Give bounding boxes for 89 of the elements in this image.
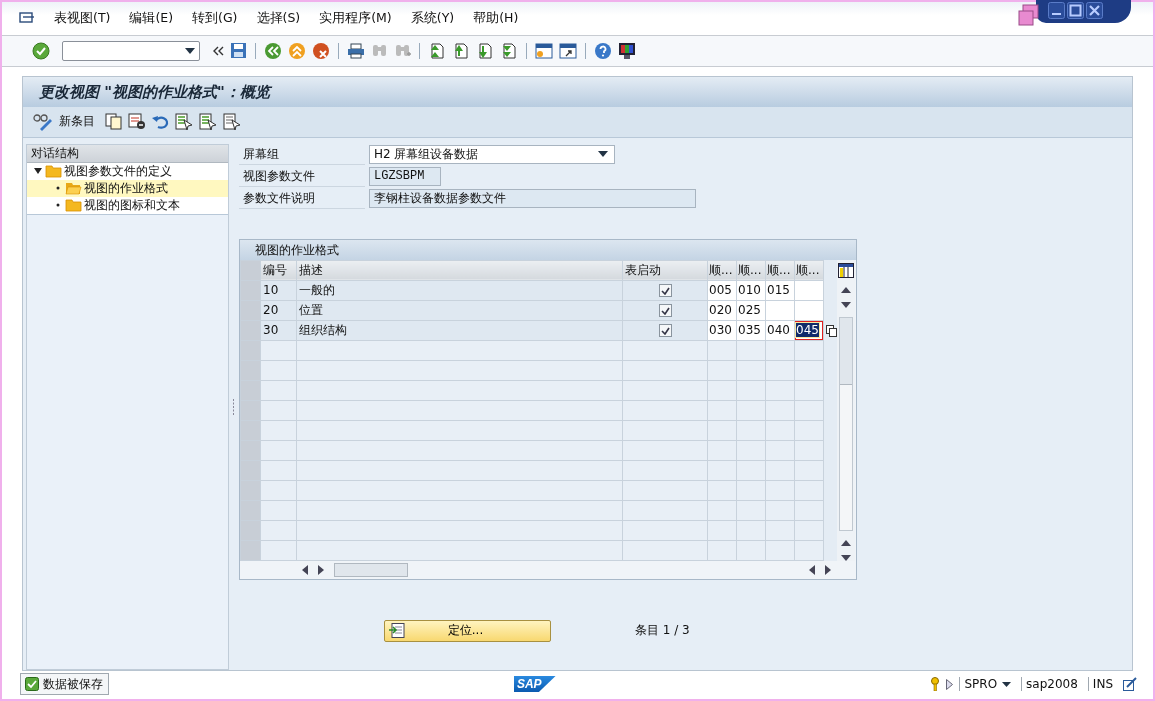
tree-item[interactable]: 视图的作业格式 — [27, 179, 228, 197]
copy-icon[interactable] — [105, 113, 122, 131]
column-settings-icon[interactable] — [838, 262, 854, 278]
cancel-icon[interactable] — [312, 41, 330, 60]
deselect-all-icon[interactable] — [223, 112, 241, 131]
menu-item[interactable]: 选择(S) — [256, 9, 301, 27]
scroll-right-icon[interactable] — [318, 564, 324, 575]
scroll-left-icon[interactable] — [809, 564, 815, 575]
column-header[interactable]: 顺... — [794, 260, 824, 281]
menu-item[interactable]: 转到(G) — [192, 9, 238, 27]
open-folder-icon — [65, 181, 82, 195]
menu-item[interactable]: 帮助(H) — [473, 9, 519, 27]
input-field[interactable]: 045 — [796, 323, 819, 338]
new-entries-button[interactable]: 新条目 — [59, 113, 95, 131]
dropdown-icon[interactable] — [598, 151, 608, 158]
checkbox[interactable] — [658, 284, 672, 298]
menu-item[interactable]: 实用程序(M) — [319, 9, 392, 27]
glasses-pencil-icon[interactable] — [33, 112, 53, 131]
menu-item[interactable]: 表视图(T) — [54, 9, 111, 27]
scroll-down-icon[interactable] — [841, 301, 851, 308]
menu-item[interactable]: 编辑(E) — [129, 9, 174, 27]
column-header[interactable]: 顺... — [765, 260, 795, 281]
scrollbar-thumb[interactable] — [840, 317, 852, 385]
field-label: 屏幕组 — [239, 143, 365, 165]
logo: SAP — [513, 676, 556, 692]
scroll-right-icon[interactable] — [825, 564, 831, 575]
last-page-icon[interactable] — [500, 41, 518, 60]
scroll-down-icon[interactable] — [841, 554, 851, 561]
position-button[interactable]: 定位... — [384, 619, 551, 642]
check-icon — [660, 326, 670, 335]
screen-title: 更改视图 "视图的作业格式"：概览 — [23, 76, 1132, 107]
new-session-icon[interactable] — [535, 41, 553, 60]
monitor-icon[interactable] — [618, 41, 636, 60]
undo-icon[interactable] — [152, 113, 169, 131]
position-icon — [389, 623, 405, 639]
readonly-field: 李钢柱设备数据参数文件 — [369, 188, 696, 208]
delete-icon[interactable] — [128, 113, 146, 131]
expand-icon[interactable] — [946, 678, 954, 690]
field-label: 参数文件说明 — [239, 187, 365, 209]
first-page-icon[interactable] — [428, 41, 446, 60]
column-header[interactable]: 顺... — [707, 260, 737, 281]
dropdown-field[interactable]: H2 屏幕组设备数据 — [369, 144, 615, 164]
status-message[interactable]: 数据被保存 — [20, 673, 109, 695]
select-all-icon[interactable] — [175, 112, 193, 131]
checkbox[interactable] — [658, 304, 672, 318]
readonly-field: LGZSBPM — [369, 166, 441, 186]
system-name: sap2008 — [1021, 677, 1082, 691]
table-title: 视图的作业格式 — [240, 239, 856, 260]
minimize-icon[interactable] — [1048, 2, 1065, 19]
column-header[interactable]: 表启动 — [622, 260, 708, 281]
previous-page-icon[interactable] — [452, 41, 470, 60]
checkbox[interactable] — [658, 324, 672, 338]
dropdown-icon[interactable] — [1002, 681, 1012, 687]
windows-icon[interactable] — [1018, 4, 1040, 26]
check-icon — [660, 306, 670, 315]
command-field[interactable] — [62, 40, 200, 61]
menu-item[interactable]: 系统(Y) — [410, 9, 455, 27]
column-header[interactable]: 编号 — [260, 260, 297, 281]
close-icon[interactable] — [1086, 2, 1103, 19]
enter-icon[interactable] — [32, 41, 50, 60]
success-check-icon — [25, 677, 39, 691]
copy-icon[interactable] — [826, 324, 837, 337]
key-icon[interactable] — [930, 677, 941, 691]
scroll-left-icon[interactable] — [302, 564, 308, 575]
save-icon[interactable] — [230, 42, 247, 60]
help-icon[interactable] — [594, 41, 612, 60]
dropdown-icon[interactable] — [185, 47, 195, 54]
collapse-icon[interactable] — [212, 44, 224, 57]
field-label: 视图参数文件 — [239, 165, 365, 187]
scrollbar-thumb[interactable] — [334, 562, 408, 577]
entry-count: 条目 1 / 3 — [635, 622, 690, 640]
tree-item[interactable]: 视图的图标和文本 — [27, 196, 228, 214]
print-icon[interactable] — [347, 42, 365, 59]
tree-item[interactable]: 视图参数文件的定义 — [27, 162, 228, 180]
check-icon — [660, 286, 670, 295]
tree-header: 对话结构 — [27, 144, 228, 163]
next-page-icon[interactable] — [476, 41, 494, 60]
menu-icon[interactable] — [19, 11, 35, 26]
select-block-icon[interactable] — [199, 112, 217, 131]
shortcut-icon[interactable] — [559, 41, 577, 60]
column-header[interactable]: 描述 — [296, 260, 623, 281]
input-mode[interactable]: INS — [1087, 677, 1117, 691]
splitter-handle-icon[interactable] — [231, 397, 235, 416]
back-icon[interactable] — [264, 41, 282, 60]
scroll-up-icon[interactable] — [841, 539, 851, 546]
column-header[interactable]: 顺... — [736, 260, 766, 281]
scroll-up-icon[interactable] — [841, 286, 851, 293]
transaction-dropdown[interactable]: SPRO — [959, 677, 1016, 691]
maximize-icon[interactable] — [1067, 2, 1084, 19]
